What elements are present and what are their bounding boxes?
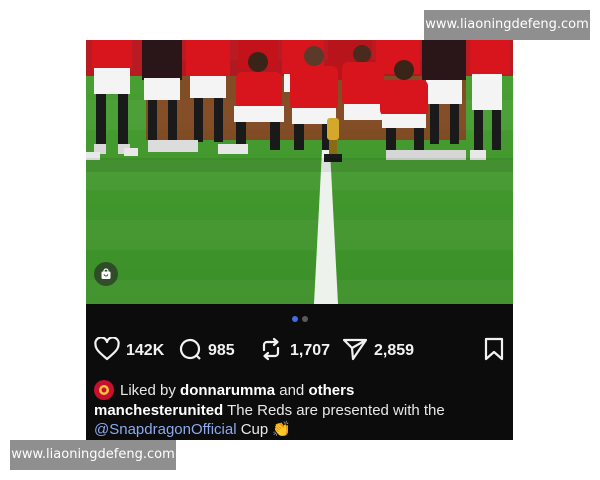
carousel-dot[interactable] — [301, 316, 308, 322]
liked-by-joiner: and — [279, 381, 305, 399]
caption-author[interactable]: manchesterunited — [94, 402, 223, 419]
liked-by-user[interactable]: donnarumma — [180, 382, 275, 399]
post-caption: manchesterunited The Reds are presented … — [94, 401, 506, 439]
instagram-post: 142K 985 1,707 2,859 Liked by donnarumma… — [86, 40, 513, 440]
share-count: 2,859 — [374, 342, 415, 359]
repost-button[interactable]: 1,707 — [258, 336, 331, 367]
send-icon — [342, 337, 368, 366]
liked-by-prefix: Liked by — [120, 381, 176, 399]
save-button[interactable] — [483, 337, 505, 366]
comment-count: 985 — [208, 342, 235, 359]
action-bar: 142K 985 1,707 2,859 — [94, 335, 505, 367]
liked-by-line: Liked by donnarumma and others — [94, 379, 354, 401]
watermark-top: www.liaoningdefeng.com — [424, 10, 590, 40]
post-photo[interactable] — [86, 40, 513, 304]
comment-button[interactable]: 985 — [178, 338, 235, 364]
clapping-hands-emoji: 👏 — [272, 421, 292, 438]
bookmark-icon — [483, 337, 505, 366]
caption-text-after: Cup — [240, 421, 269, 438]
watermark-bottom: www.liaoningdefeng.com — [10, 440, 176, 470]
shopping-bag-icon[interactable] — [94, 262, 118, 286]
share-button[interactable]: 2,859 — [342, 338, 414, 364]
carousel-indicator — [86, 316, 513, 322]
like-count: 142K — [126, 342, 165, 359]
avatar[interactable] — [94, 380, 114, 400]
like-button[interactable]: 142K — [94, 335, 165, 366]
comment-icon — [178, 337, 202, 366]
caption-mention[interactable]: @SnapdragonOfficial — [94, 421, 237, 438]
carousel-dot-active[interactable] — [291, 316, 298, 322]
caption-text: The Reds are presented with the — [227, 402, 445, 419]
repost-count: 1,707 — [290, 342, 331, 359]
liked-by-others[interactable]: others — [308, 382, 354, 399]
repost-icon — [258, 336, 284, 367]
heart-icon — [94, 335, 120, 366]
